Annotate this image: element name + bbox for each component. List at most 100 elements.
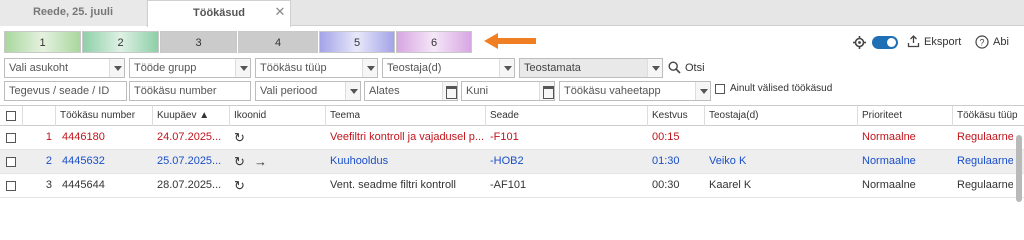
table-row[interactable]: 3 4445644 28.07.2025... ↻ Vent. seadme f… bbox=[0, 174, 1024, 198]
row-topic: Veefiltri kontroll ja vajadusel p... bbox=[330, 131, 485, 143]
row-device: -HOB2 bbox=[490, 155, 524, 167]
row-date: 25.07.2025... bbox=[157, 155, 222, 167]
row-performer: Kaarel K bbox=[709, 179, 752, 191]
search-icon[interactable] bbox=[668, 61, 681, 74]
row-topic: Kuuhooldus bbox=[330, 155, 389, 167]
help-button[interactable]: Abi bbox=[993, 36, 1009, 48]
recurring-icon: ↻ bbox=[234, 130, 245, 145]
row-device: -F101 bbox=[490, 131, 519, 143]
priority-button-1[interactable]: 1 bbox=[4, 31, 81, 53]
order-number-input[interactable]: Töökäsu number bbox=[129, 81, 251, 101]
row-date: 24.07.2025... bbox=[157, 131, 222, 143]
row-index: 2 bbox=[45, 155, 52, 167]
column-header-topic[interactable]: Teema bbox=[326, 106, 486, 126]
priority-button-6[interactable]: 6 bbox=[396, 31, 472, 53]
settings-toggle[interactable] bbox=[872, 36, 898, 49]
chevron-down-icon bbox=[235, 59, 250, 77]
row-type: Regulaarne bbox=[957, 131, 1013, 143]
row-checkbox[interactable] bbox=[6, 157, 16, 167]
row-order-number: 4445632 bbox=[62, 155, 105, 167]
select-all-checkbox[interactable] bbox=[6, 111, 16, 121]
column-header-priority[interactable]: Prioriteet bbox=[858, 106, 953, 126]
row-index: 1 bbox=[45, 131, 52, 143]
row-priority: Normaalne bbox=[862, 131, 916, 143]
close-icon[interactable]: ✕ bbox=[273, 1, 287, 23]
row-duration: 01:30 bbox=[652, 155, 680, 167]
chevron-down-icon bbox=[109, 59, 124, 77]
product-group-select[interactable]: Tööde grupp bbox=[129, 58, 251, 78]
location-select-value: Vali asukoht bbox=[9, 62, 69, 74]
column-header-number[interactable]: Töökäsu number bbox=[56, 106, 153, 126]
row-date: 28.07.2025... bbox=[157, 179, 222, 191]
priority-button-4[interactable]: 4 bbox=[238, 31, 318, 53]
table-header: Töökäsu number Kuupäev ▲ Ikoonid Teema S… bbox=[0, 105, 1024, 126]
column-header-performer[interactable]: Teostaja(d) bbox=[705, 106, 858, 126]
product-group-value: Tööde grupp bbox=[134, 62, 197, 74]
external-only-checkbox[interactable] bbox=[715, 84, 725, 94]
column-header-device[interactable]: Seade bbox=[486, 106, 648, 126]
from-date-placeholder: Alates bbox=[369, 85, 400, 97]
row-duration: 00:15 bbox=[652, 131, 680, 143]
search-button[interactable]: Otsi bbox=[685, 62, 705, 74]
vertical-scrollbar[interactable] bbox=[1016, 135, 1022, 202]
svg-text:?: ? bbox=[979, 38, 984, 48]
priority-button-2[interactable]: 2 bbox=[82, 31, 159, 53]
to-date-input[interactable]: Kuni bbox=[461, 81, 555, 101]
column-header-duration[interactable]: Kestvus bbox=[648, 106, 705, 126]
period-select[interactable]: Vali periood bbox=[255, 81, 361, 101]
row-order-number: 4446180 bbox=[62, 131, 105, 143]
row-type: Regulaarne bbox=[957, 155, 1013, 167]
tab-day-view[interactable]: Reede, 25. juuli bbox=[0, 0, 146, 26]
from-date-input[interactable]: Alates bbox=[364, 81, 458, 101]
chevron-down-icon bbox=[499, 59, 514, 77]
location-select[interactable]: Vali asukoht bbox=[4, 58, 125, 78]
order-type-select[interactable]: Töökäsu tüüp bbox=[255, 58, 378, 78]
help-icon[interactable]: ? bbox=[975, 35, 989, 49]
table-row[interactable]: 1 4446180 24.07.2025... ↻ Veefiltri kont… bbox=[0, 126, 1024, 150]
column-header-date[interactable]: Kuupäev ▲ bbox=[153, 106, 230, 126]
chevron-down-icon bbox=[362, 59, 377, 77]
export-icon[interactable] bbox=[907, 35, 920, 48]
priority-button-5[interactable]: 5 bbox=[319, 31, 395, 53]
row-type: Regulaarne bbox=[957, 179, 1013, 191]
stage-select[interactable]: Töökäsu vaheetapp bbox=[559, 81, 711, 101]
row-duration: 00:30 bbox=[652, 179, 680, 191]
row-device: -AF101 bbox=[490, 179, 527, 191]
status-select[interactable]: Teostamata bbox=[519, 58, 663, 78]
row-topic: Vent. seadme filtri kontroll bbox=[330, 179, 456, 191]
chevron-down-icon bbox=[695, 82, 710, 100]
table-row[interactable]: 2 4445632 25.07.2025... ↻ → Kuuhooldus -… bbox=[0, 150, 1024, 174]
performer-value: Teostaja(d) bbox=[387, 62, 442, 74]
calendar-icon[interactable] bbox=[442, 82, 457, 100]
row-priority: Normaalne bbox=[862, 155, 916, 167]
settings-gear-icon[interactable] bbox=[853, 36, 866, 49]
column-header-icons[interactable]: Ikoonid bbox=[230, 106, 326, 126]
export-button[interactable]: Eksport bbox=[924, 36, 961, 48]
arrow-right-icon[interactable]: → bbox=[250, 150, 270, 173]
activity-device-id-input[interactable]: Tegevus / seade / ID bbox=[4, 81, 127, 101]
tab-work-orders-label: Töökäsud bbox=[193, 7, 245, 19]
stage-value: Töökäsu vaheetapp bbox=[564, 85, 661, 97]
row-index: 3 bbox=[45, 179, 52, 191]
row-priority: Normaalne bbox=[862, 179, 916, 191]
row-order-number: 4445644 bbox=[62, 179, 105, 191]
tab-work-orders[interactable]: Töökäsud ✕ bbox=[147, 0, 291, 27]
order-type-value: Töökäsu tüüp bbox=[260, 62, 327, 74]
row-performer bbox=[705, 126, 858, 149]
column-header-type[interactable]: Töökäsu tüüp bbox=[953, 106, 1024, 126]
row-checkbox[interactable] bbox=[6, 181, 16, 191]
column-header-index bbox=[23, 106, 56, 126]
to-date-placeholder: Kuni bbox=[466, 85, 489, 97]
status-value: Teostamata bbox=[524, 62, 581, 74]
performer-select[interactable]: Teostaja(d) bbox=[382, 58, 515, 78]
priority-button-3[interactable]: 3 bbox=[160, 31, 237, 53]
select-all-cell bbox=[0, 106, 23, 126]
arrow-left-icon bbox=[484, 33, 536, 49]
row-checkbox[interactable] bbox=[6, 133, 16, 143]
recurring-icon: ↻ bbox=[234, 154, 245, 169]
calendar-icon[interactable] bbox=[539, 82, 554, 100]
recurring-icon: ↻ bbox=[234, 178, 245, 193]
chevron-down-icon bbox=[647, 59, 662, 77]
row-performer: Veiko K bbox=[709, 155, 747, 167]
period-value: Vali periood bbox=[260, 85, 318, 97]
